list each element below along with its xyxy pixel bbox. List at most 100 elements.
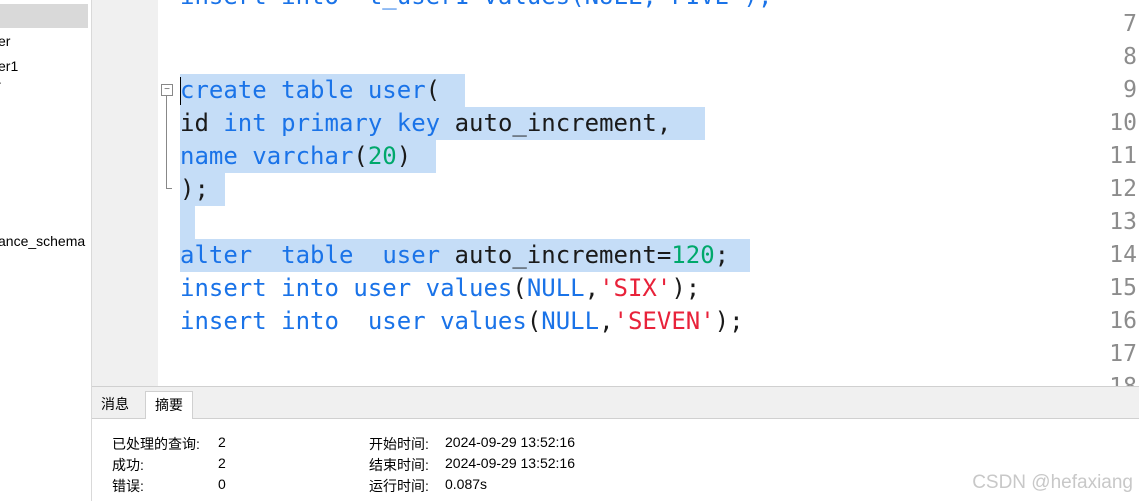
stat-label-errors: 错误: [112, 478, 144, 494]
keyword: NULL [541, 307, 600, 335]
sidebar-item-performance-schema[interactable]: ance_schema [0, 233, 85, 249]
punctuation: ( [512, 274, 527, 302]
punctuation: , [599, 307, 614, 335]
stat-label-run-time: 运行时间: [369, 478, 429, 494]
keyword: into [281, 274, 339, 302]
punctuation: ); [671, 274, 701, 302]
stat-label-start-time: 开始时间: [369, 436, 429, 452]
keyword: primary [281, 109, 383, 137]
line-number-gutter [92, 0, 158, 386]
identifier: auto_increment= [440, 241, 672, 269]
keyword: user [367, 307, 426, 335]
keyword: user [353, 274, 412, 302]
keyword: insert [180, 274, 267, 302]
code-line-10: id int primary key auto_increment, [180, 107, 671, 140]
punctuation: ( [526, 307, 542, 335]
sql-editor[interactable]: 7 8 9 10 11 12 13 14 15 16 17 18 − inser… [92, 0, 1139, 386]
result-panel: 消息 摘要 已处理的查询: 2 成功: 2 错误: 0 开始时间: 2024-0… [92, 386, 1139, 502]
punctuation: ); [714, 307, 744, 335]
line-number: 17 [1109, 341, 1137, 367]
sidebar-item-er1[interactable]: er1 [0, 58, 18, 74]
line-number: 8 [1123, 44, 1137, 70]
tab-summary[interactable]: 摘要 [145, 391, 193, 419]
line-number: 13 [1109, 209, 1137, 235]
line-number: 14 [1109, 242, 1137, 268]
number: 120 [671, 241, 715, 269]
code-line-14: alter table user auto_increment=120; [180, 239, 729, 272]
string-literal: 'SIX' [599, 274, 672, 302]
punctuation: ; [714, 241, 730, 269]
line-number: 11 [1109, 143, 1137, 169]
code-line-15: insert into user values(NULL,'SIX'); [180, 272, 700, 305]
stat-value-run-time: 0.087s [445, 476, 488, 492]
stat-value-end-time: 2024-09-29 13:52:16 [445, 455, 575, 471]
punctuation: ( [353, 142, 368, 170]
fold-collapse-icon[interactable]: − [161, 84, 173, 96]
code-line-16: insert into user values(NULL,'SEVEN'); [180, 305, 744, 338]
identifier: auto_increment, [440, 109, 672, 137]
number: 20 [367, 142, 397, 170]
stat-label-success: 成功: [112, 457, 144, 473]
stat-value-processed: 2 [218, 434, 226, 450]
keyword: user [382, 241, 441, 269]
stat-value-errors: 0 [218, 476, 226, 492]
keyword: values [425, 274, 513, 302]
stat-value-success: 2 [218, 455, 226, 471]
sidebar-item-dash[interactable]: - [0, 78, 1, 89]
line-number: 9 [1123, 77, 1137, 103]
keyword: create [180, 76, 267, 104]
line-number: 18 [1073, 371, 1137, 386]
fold-guide-line [166, 96, 167, 188]
keyword: insert into t_user1 values(NULL,'FIVE'); [180, 0, 772, 10]
line-number: 7 [1123, 11, 1137, 37]
keyword: varchar [252, 142, 354, 170]
keyword: key [396, 109, 441, 137]
string-literal: 'SEVEN' [613, 307, 715, 335]
watermark: CSDN @hefaxiang [972, 472, 1133, 493]
keyword: NULL [526, 274, 585, 302]
stat-label-end-time: 结束时间: [369, 457, 429, 473]
keyword: into [281, 307, 339, 335]
sidebar-item-er[interactable]: er [0, 33, 10, 49]
code-line-9: create table user( [180, 74, 440, 107]
keyword: alter [180, 241, 253, 269]
keyword: name [180, 142, 238, 170]
selection-highlight [180, 206, 195, 239]
code-line-11: name varchar(20) [180, 140, 411, 173]
line-number: 12 [1109, 176, 1137, 202]
keyword: values [440, 307, 527, 335]
punctuation: , [584, 274, 600, 302]
punctuation: ( [425, 76, 441, 104]
line-number: 15 [1109, 275, 1137, 301]
result-tabbar: 消息 摘要 [92, 387, 1139, 419]
keyword: int [223, 109, 267, 137]
code-line-7: insert into t_user1 values(NULL,'FIVE'); [180, 0, 772, 13]
fold-guide-end [166, 188, 172, 189]
keyword: table [281, 241, 354, 269]
tab-messages[interactable]: 消息 [92, 391, 138, 418]
code-line-12: ); [180, 173, 209, 206]
line-number: 10 [1109, 110, 1137, 136]
punctuation: ) [396, 142, 412, 170]
object-browser-sidebar: er er1 - ance_schema [0, 0, 92, 501]
keyword: table [281, 76, 354, 104]
keyword: insert [180, 307, 267, 335]
punctuation: ); [180, 175, 209, 203]
identifier: id [180, 109, 209, 137]
stat-label-processed: 已处理的查询: [112, 436, 200, 452]
line-number: 16 [1109, 308, 1137, 334]
sidebar-selected-item[interactable] [0, 4, 88, 28]
